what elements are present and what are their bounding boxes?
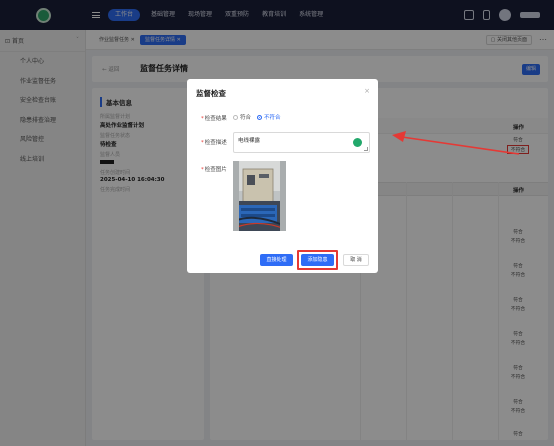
annotation-arrow (392, 131, 520, 155)
